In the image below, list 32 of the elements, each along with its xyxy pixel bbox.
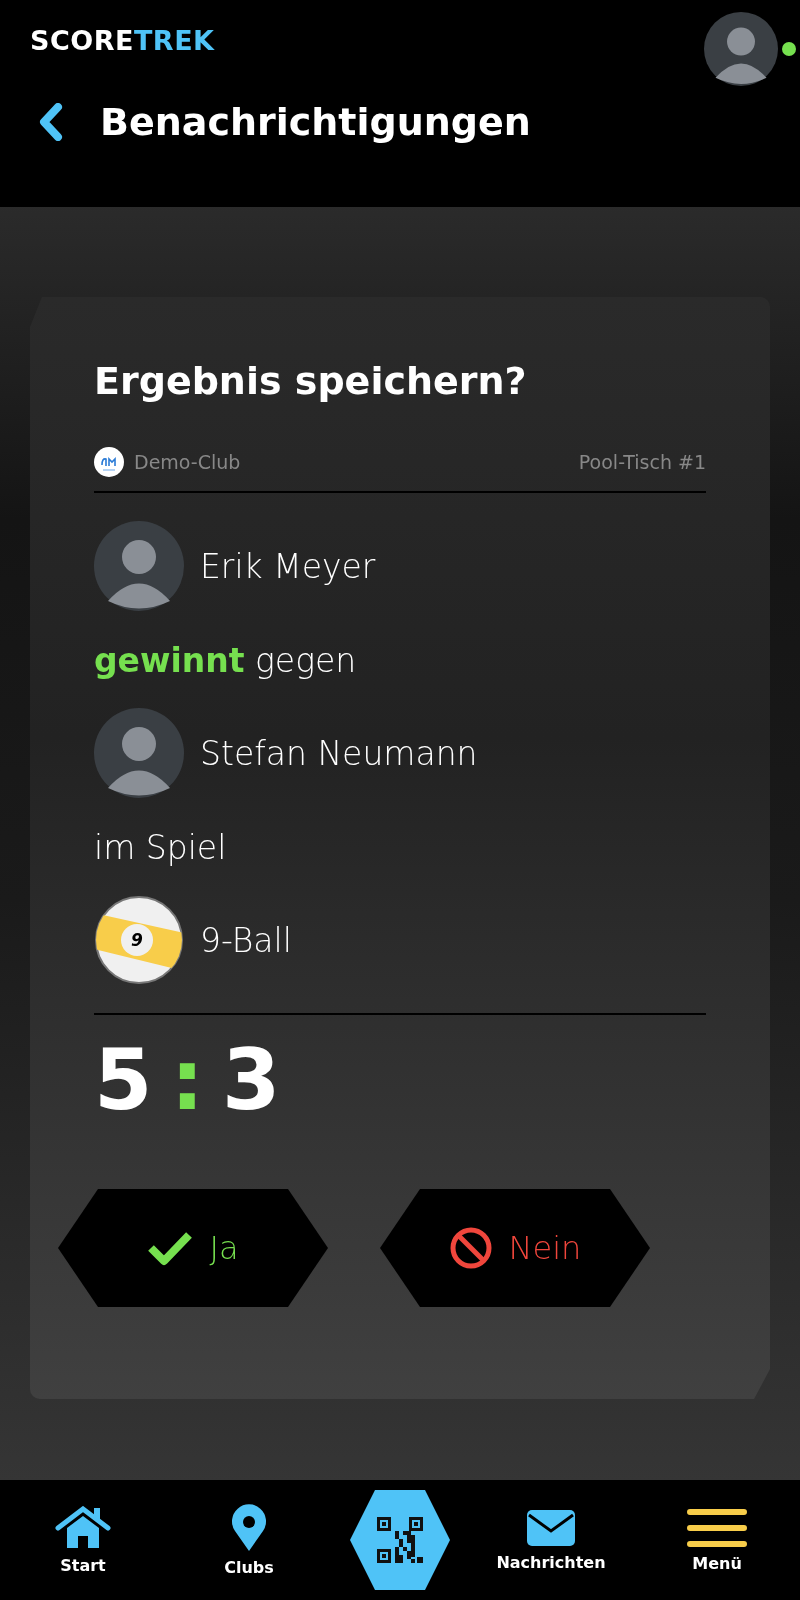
table-name: Pool-Tisch #1: [578, 451, 706, 473]
pool-ball-icon: 9: [94, 895, 184, 985]
home-icon: [55, 1505, 111, 1550]
check-icon: [147, 1230, 194, 1266]
avatar-icon: [704, 12, 778, 86]
no-button[interactable]: Nein: [380, 1189, 650, 1307]
player-name: Erik Meyer: [200, 546, 376, 586]
avatar-icon: [94, 521, 184, 611]
score-separator: :: [170, 1031, 205, 1129]
qr-code-icon: [375, 1515, 425, 1565]
game-label: im Spiel: [94, 828, 228, 867]
envelope-icon: [526, 1508, 576, 1547]
club-name: Demo-Club: [134, 451, 241, 473]
logo[interactable]: SCORETREK: [30, 25, 215, 56]
avatar-icon: [94, 708, 184, 798]
card-title: Ergebnis speichern?: [94, 359, 528, 403]
nav-tab[interactable]: Clubs: [184, 1503, 314, 1577]
forbidden-icon: [448, 1226, 493, 1270]
location-pin-icon: [230, 1503, 268, 1552]
club-logo-icon: [94, 447, 124, 477]
nav-tab[interactable]: Nachrichten: [486, 1508, 616, 1572]
nav-tab[interactable]: Menü: [652, 1507, 782, 1573]
back-icon[interactable]: [38, 103, 64, 141]
menu-icon: [687, 1507, 747, 1548]
page-title: Benachrichtigungen: [100, 100, 531, 144]
score-value: 3: [222, 1031, 281, 1129]
player-name: Stefan Neumann: [200, 733, 478, 773]
result-text: gewinnt gegen: [94, 641, 358, 680]
nav-tab[interactable]: Start: [18, 1505, 148, 1575]
yes-button[interactable]: Ja: [58, 1189, 328, 1307]
score-value: 5: [94, 1031, 153, 1129]
game-name: 9-Ball: [200, 920, 292, 960]
